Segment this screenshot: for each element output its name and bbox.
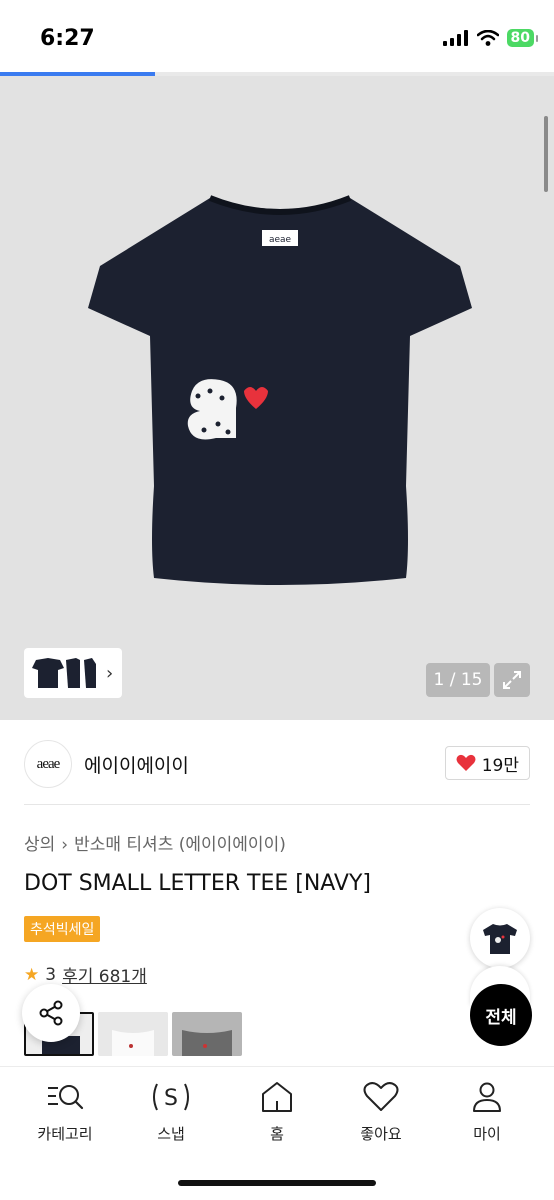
expand-icon: [503, 671, 521, 689]
nav-item-home[interactable]: 홈: [232, 1077, 322, 1144]
battery-indicator: 80: [506, 29, 539, 47]
thumbnail-image: [172, 1012, 242, 1056]
thumbnail-strip[interactable]: ›: [24, 648, 122, 698]
breadcrumb-subcategory[interactable]: 반소매 티셔츠 (에이이에이이): [74, 835, 286, 855]
color-option-white[interactable]: [98, 1012, 168, 1056]
svg-text:aeae: aeae: [269, 235, 292, 245]
nav-item-category[interactable]: 카테고리: [20, 1077, 110, 1144]
share-button[interactable]: [22, 984, 80, 1042]
product-image-gallery[interactable]: aeae › 1 / 15: [0, 76, 554, 720]
thumbnail-image: [32, 658, 96, 688]
breadcrumb-category[interactable]: 상의: [24, 835, 55, 855]
heart-icon: [456, 754, 476, 771]
rating-row[interactable]: ★ 3 후기 681개: [24, 962, 147, 988]
nav-label: 스냅: [157, 1125, 185, 1143]
image-counter: 1 / 15: [426, 663, 490, 697]
nav-item-likes[interactable]: 좋아요: [336, 1077, 426, 1144]
nav-label: 카테고리: [37, 1125, 93, 1143]
nav-label: 좋아요: [360, 1125, 402, 1143]
brand-logo[interactable]: aeae: [24, 740, 72, 788]
chevron-right-icon: ›: [61, 835, 69, 855]
status-bar: 6:27 80: [0, 0, 554, 74]
brand-like-count: 19만: [481, 755, 519, 776]
home-indicator: [178, 1180, 376, 1186]
color-option-gray[interactable]: [172, 1012, 242, 1056]
breadcrumb[interactable]: 상의 › 반소매 티셔츠 (에이이에이이): [24, 830, 286, 855]
product-image: aeae: [88, 195, 472, 585]
star-icon: ★: [24, 964, 40, 985]
nav-item-my[interactable]: 마이: [442, 1077, 532, 1144]
review-link[interactable]: 후기 681개: [62, 962, 147, 987]
user-icon: [473, 1082, 501, 1112]
expand-button[interactable]: [494, 663, 530, 697]
sale-badge: 추석빅세일: [24, 916, 101, 942]
divider: [24, 804, 530, 805]
status-icons: 80: [442, 29, 539, 47]
category-search-icon: [48, 1085, 84, 1110]
thumbnail-image: [98, 1012, 168, 1056]
rating-value: 3: [45, 964, 57, 985]
snap-icon: S: [153, 1083, 189, 1111]
heart-icon: [363, 1082, 399, 1111]
wifi-icon: [476, 30, 499, 46]
thumbnail-image: [483, 924, 517, 954]
status-time: 6:27: [40, 26, 95, 51]
share-icon: [39, 1000, 63, 1026]
nav-label: 마이: [473, 1125, 501, 1143]
nav-item-snap[interactable]: S 스냅: [126, 1077, 216, 1144]
product-title: DOT SMALL LETTER TEE [NAVY]: [24, 871, 372, 896]
home-icon: [262, 1082, 292, 1112]
brand-row[interactable]: aeae 에이이에이이 19만: [24, 736, 530, 790]
nav-label: 홈: [270, 1125, 284, 1143]
scrollbar[interactable]: [544, 116, 548, 192]
all-button[interactable]: 전체: [470, 984, 532, 1046]
chevron-right-icon: ›: [106, 662, 114, 684]
brand-like-button[interactable]: 19만: [444, 746, 530, 780]
svg-text:S: S: [164, 1086, 178, 1111]
recent-item-thumbnail[interactable]: [470, 908, 530, 968]
signal-icon: [442, 30, 468, 46]
brand-name[interactable]: 에이이에이이: [84, 751, 189, 778]
